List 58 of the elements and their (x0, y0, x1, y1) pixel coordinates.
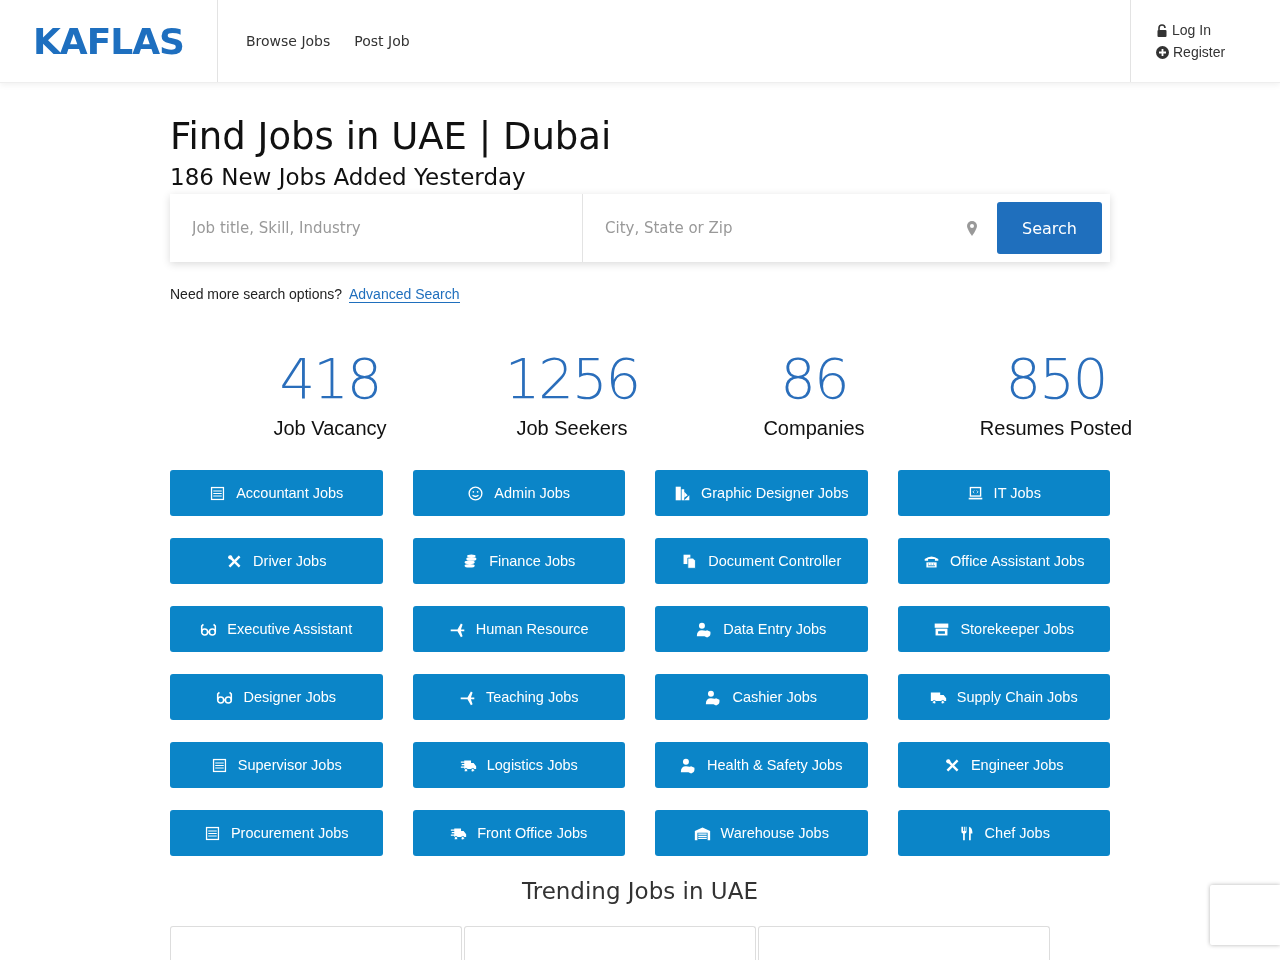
location-field[interactable]: City, State or Zip (583, 194, 967, 262)
job-card[interactable] (170, 926, 462, 960)
laptop-icon (966, 484, 984, 502)
category-button[interactable]: Graphic Designer Jobs (655, 470, 868, 516)
stat-number: 86 (780, 347, 848, 411)
category-button[interactable]: Accountant Jobs (170, 470, 383, 516)
category-button[interactable]: Cashier Jobs (655, 674, 868, 720)
list-icon (210, 756, 228, 774)
job-card[interactable] (758, 926, 1050, 960)
keyword-field[interactable]: Job title, Skill, Industry (170, 194, 583, 262)
stat-number: 1256 (504, 347, 640, 411)
category-button[interactable]: Office Assistant Jobs (897, 538, 1110, 584)
nav-link[interactable]: Post Job (354, 33, 410, 49)
category-button[interactable]: Data Entry Jobs (655, 606, 868, 652)
search-options-prompt: Need more search options? (170, 286, 342, 303)
category-button[interactable]: Health & Safety Jobs (655, 742, 868, 788)
category-button[interactable]: IT Jobs (897, 470, 1110, 516)
category-button[interactable]: Executive Assistant (170, 606, 383, 652)
category-button[interactable]: Procurement Jobs (170, 810, 383, 856)
advanced-search-link[interactable]: Advanced Search (349, 286, 460, 303)
list-icon (209, 484, 227, 502)
search-button[interactable]: Search (997, 202, 1102, 254)
stat-number: 418 (279, 347, 381, 411)
plus-circle-icon (1156, 45, 1169, 59)
logo[interactable]: KAFLAS (32, 20, 185, 62)
page-title: Find Jobs in UAE | Dubai (170, 115, 613, 158)
stat-label: Resumes Posted (979, 417, 1133, 440)
section-title: Trending Jobs in UAE (521, 878, 759, 904)
stat-number: 850 (1005, 347, 1107, 411)
stat-label: Companies (763, 417, 865, 440)
category-button[interactable]: Designer Jobs (170, 674, 383, 720)
category-button[interactable]: Front Office Jobs (412, 810, 625, 856)
page-subtitle: 186 New Jobs Added Yesterday (170, 164, 527, 190)
smile-icon (467, 484, 485, 502)
category-button[interactable]: Document Controller (655, 538, 868, 584)
account-link[interactable]: Register (1156, 44, 1280, 60)
lock-icon (1156, 23, 1168, 37)
stat-label: Job Vacancy (273, 417, 387, 440)
swatch-icon (674, 484, 691, 502)
stat-label: Job Seekers (516, 417, 628, 440)
category-button[interactable]: Storekeeper Jobs (897, 606, 1110, 652)
nav-link[interactable]: Browse Jobs (246, 33, 331, 49)
copy-icon (681, 552, 699, 570)
category-button[interactable]: Engineer Jobs (897, 742, 1110, 788)
category-button[interactable]: Supervisor Jobs (170, 742, 383, 788)
list-icon (203, 824, 221, 842)
category-button[interactable]: Teaching Jobs (412, 674, 625, 720)
category-button[interactable]: Human Resource (412, 606, 625, 652)
job-card[interactable] (464, 926, 756, 960)
category-button[interactable]: Chef Jobs (897, 810, 1110, 856)
category-button[interactable]: Finance Jobs (412, 538, 625, 584)
category-button[interactable]: Logistics Jobs (412, 742, 625, 788)
map-pin-icon (967, 220, 977, 236)
category-button[interactable]: Warehouse Jobs (655, 810, 868, 856)
category-button[interactable]: Driver Jobs (170, 538, 383, 584)
category-button[interactable]: Supply Chain Jobs (897, 674, 1110, 720)
account-link[interactable]: Log In (1156, 22, 1280, 38)
category-button[interactable]: Admin Jobs (412, 470, 625, 516)
